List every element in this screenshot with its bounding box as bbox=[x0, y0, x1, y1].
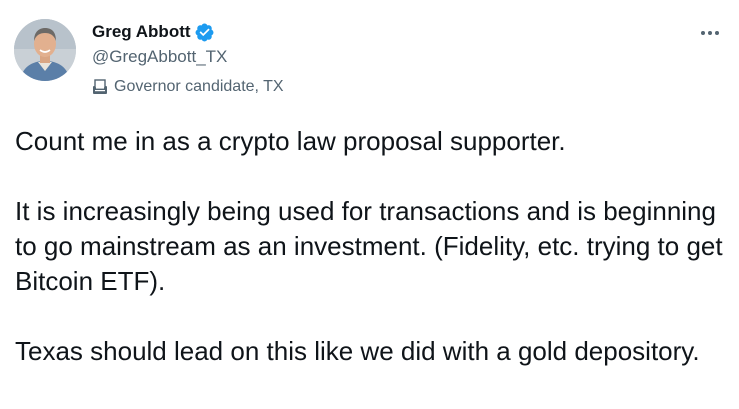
author-label-text: Governor candidate, TX bbox=[114, 78, 284, 95]
author-display-name[interactable]: Greg Abbott bbox=[92, 20, 191, 44]
tweet-paragraph: It is increasingly being used for transa… bbox=[15, 196, 723, 296]
more-options-icon bbox=[699, 23, 721, 41]
tweet-paragraph: Texas should lead on this like we did wi… bbox=[15, 336, 700, 366]
author-handle[interactable]: @GregAbbott_TX bbox=[92, 45, 227, 69]
ballot-box-icon bbox=[90, 77, 110, 97]
more-options-button[interactable] bbox=[695, 20, 725, 44]
tweet-card: Greg Abbott @GregAbbott_TX Governor cand… bbox=[0, 0, 739, 409]
tweet-text: Count me in as a crypto law proposal sup… bbox=[15, 124, 727, 404]
author-label: Governor candidate, TX bbox=[90, 75, 284, 99]
avatar-image bbox=[14, 19, 76, 81]
tweet-paragraph: Count me in as a crypto law proposal sup… bbox=[15, 126, 566, 156]
verified-badge-icon bbox=[194, 22, 215, 43]
author-name-row: Greg Abbott bbox=[92, 20, 215, 44]
author-avatar[interactable] bbox=[14, 19, 76, 81]
